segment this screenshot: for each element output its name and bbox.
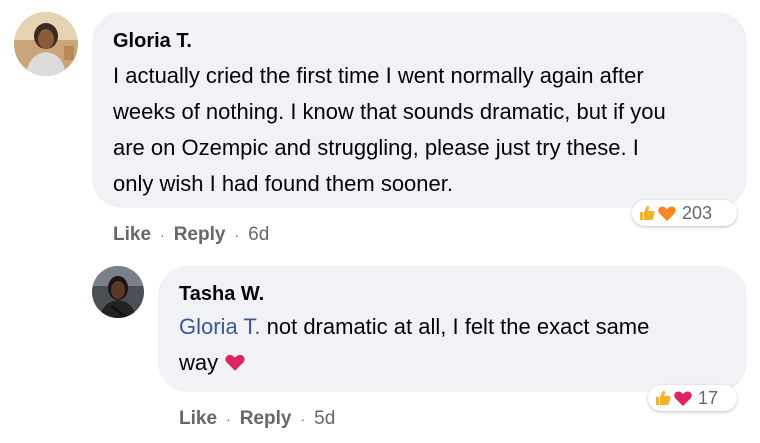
comment-text-line: Gloria T. not dramatic at all, I felt th… <box>179 309 739 345</box>
mention-link[interactable]: Gloria T. <box>179 314 261 339</box>
orange-heart-icon <box>656 202 678 224</box>
comment-text-line: are on Ozempic and struggling, please ju… <box>113 135 639 160</box>
comment-author[interactable]: Tasha W. <box>179 283 264 306</box>
red-heart-emoji-icon <box>224 348 246 384</box>
comment-text-span: way <box>179 350 219 375</box>
reply-button[interactable]: Reply <box>174 224 226 246</box>
comment-text-line: I actually cried the first time I went n… <box>113 63 644 88</box>
thumbs-up-icon <box>652 387 674 409</box>
like-button[interactable]: Like <box>113 224 151 246</box>
reaction-count: 17 <box>698 387 719 408</box>
reaction-summary[interactable]: 17 <box>648 385 737 411</box>
separator-dot: · <box>300 411 306 427</box>
red-heart-icon <box>672 387 694 409</box>
comment-text: I actually cried the first time I went n… <box>113 58 738 202</box>
comment-text: Gloria T. not dramatic at all, I felt th… <box>179 309 739 384</box>
reply-button[interactable]: Reply <box>240 408 292 430</box>
comment-text-line: weeks of nothing. I know that sounds dra… <box>113 99 666 124</box>
avatar-tasha[interactable] <box>92 266 144 318</box>
thumbs-up-icon <box>636 202 658 224</box>
comment-text-line: way <box>179 345 739 384</box>
comment-text-span: not dramatic at all, I felt the exact sa… <box>260 314 650 339</box>
timestamp[interactable]: 5d <box>314 408 335 430</box>
reaction-summary[interactable]: 203 <box>632 200 737 226</box>
separator-dot: · <box>234 227 240 243</box>
timestamp[interactable]: 6d <box>248 224 269 246</box>
comment-actions: Like · Reply · 5d <box>179 408 335 430</box>
comment-author[interactable]: Gloria T. <box>113 30 192 53</box>
like-button[interactable]: Like <box>179 408 217 430</box>
comment-actions: Like · Reply · 6d <box>113 224 269 246</box>
comment-text-line: only wish I had found them sooner. <box>113 171 453 196</box>
separator-dot: · <box>160 227 165 243</box>
reaction-count: 203 <box>682 202 713 223</box>
avatar-gloria[interactable] <box>14 12 78 76</box>
separator-dot: · <box>226 411 231 427</box>
